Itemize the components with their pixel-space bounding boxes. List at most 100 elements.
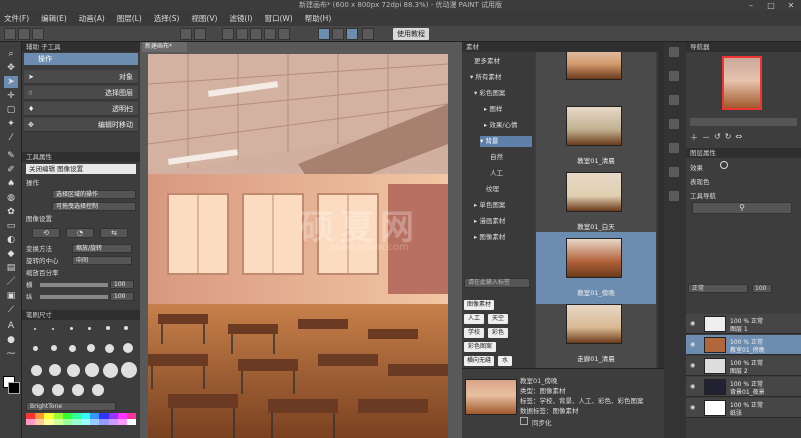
layer-row[interactable]: ◉ 100 % 正常 教室01_傍晚 [686,335,801,355]
material-thumbnail[interactable]: 教室01_白天 [536,166,656,238]
material-tree-node[interactable]: ▸ 效果/心情 [484,120,532,131]
material-tree-node[interactable]: ▾ 背景 [480,136,532,147]
brush-size-dot[interactable] [124,326,128,330]
crop-icon[interactable] [278,28,290,40]
brush-size-dot[interactable] [52,384,64,396]
material-tree-node[interactable]: 人工 [490,168,532,179]
rotate-left-icon[interactable]: ↺ [714,132,721,142]
color-set-dropdown[interactable]: BrightTone [26,402,116,411]
color-swatch[interactable] [71,419,81,425]
tool-navigation-button[interactable]: ⚲ [692,202,792,214]
auto-select-tool-icon[interactable]: ✦ [4,118,18,130]
palette-history-icon[interactable] [668,118,680,130]
brush-size-dot[interactable] [49,364,61,376]
effect-circle-icon[interactable] [720,161,728,169]
move-tool-icon[interactable]: ✥ [4,62,18,74]
pen-tool-icon[interactable]: ✎ [4,150,18,162]
material-tree-node[interactable]: 自然 [490,152,532,163]
subtool-item-object[interactable]: ➤ 对象 [24,70,138,84]
scale-width-slider[interactable] [40,283,108,287]
figure-tool-icon[interactable]: ／ [4,276,18,288]
material-tree-node[interactable]: ▾ 彩色图案 [474,88,532,99]
brush-size-dot[interactable] [103,363,118,378]
material-tree-node[interactable]: 更多素材 [474,56,532,67]
material-tag[interactable]: 横向无缝 [464,356,494,366]
airbrush-tool-icon[interactable]: ◍ [4,192,18,204]
correct-line-tool-icon[interactable]: ⁓ [4,348,18,360]
navigator-preview[interactable] [722,56,762,110]
blend-mode-dropdown[interactable]: 正常 [688,284,748,293]
menu-select[interactable]: 选择(S) [154,13,180,24]
select-tool-icon[interactable]: ▢ [4,104,18,116]
material-tag[interactable]: 图像素材 [464,300,494,310]
color-swatch[interactable] [126,419,136,425]
color-swatch[interactable] [44,419,54,425]
eye-icon[interactable]: ◉ [690,320,695,327]
subtool-item-select-layer[interactable]: ☝ 选择图层 [24,86,138,100]
brush-size-dot[interactable] [121,362,137,378]
snap-ruler-icon[interactable] [318,28,330,40]
decoration-tool-icon[interactable]: ✿ [4,206,18,218]
color-swatch[interactable] [108,419,118,425]
ruler-tool-icon[interactable]: ⟋ [4,304,18,316]
menu-help[interactable]: 帮助(H) [305,13,332,24]
brush-size-dot[interactable] [51,345,57,351]
palette-color-icon[interactable] [668,166,680,178]
snap-grid-icon[interactable] [346,28,358,40]
palette-layer-icon[interactable] [668,70,680,82]
tag-search-input[interactable]: 请在此输入标签 [464,278,530,288]
material-tag[interactable]: 天空 [488,314,508,324]
brush-size-dot[interactable] [67,364,80,377]
menu-view[interactable]: 视图(V) [191,13,217,24]
layer-row[interactable]: ◉ 100 % 正常 图层 2 [686,356,801,376]
redo-icon[interactable] [194,28,206,40]
material-tag[interactable]: 学校 [464,328,484,338]
tutorial-button[interactable]: 使用教程 [393,28,429,40]
minimize-icon[interactable]: – [741,0,761,11]
transform-button[interactable]: ⟲ [32,228,60,238]
sub-color-swatch[interactable] [8,382,20,394]
layer-row[interactable]: ◉ 100 % 正常 纸张 [686,398,801,418]
new-file-icon[interactable] [4,28,16,40]
subtool-item-transparent[interactable]: ♦ 透明扫 [24,102,138,116]
brush-size-dot[interactable] [70,327,73,330]
brush-size-dot[interactable] [92,384,104,396]
material-tag[interactable]: 彩色 [488,328,508,338]
color-swatch[interactable] [81,419,91,425]
menu-layer[interactable]: 图层(L) [117,13,142,24]
maximize-icon[interactable]: □ [761,0,781,11]
brush-size-dot[interactable] [123,343,133,353]
brush-size-dot[interactable] [31,365,42,376]
color-swatch[interactable] [26,419,36,425]
snap-special-ruler-icon[interactable] [332,28,344,40]
sync-checkbox[interactable] [520,417,528,425]
zoom-out-icon[interactable]: － [702,132,710,142]
menu-file[interactable]: 文件(F) [4,13,29,24]
brush-size-dot[interactable] [106,326,110,330]
undo-icon[interactable] [180,28,192,40]
brush-size-dot[interactable] [33,346,38,351]
brush-size-dot[interactable] [72,384,84,396]
material-thumbnail[interactable] [536,52,656,106]
balloon-tool-icon[interactable]: ● [4,334,18,346]
move-layer-tool-icon[interactable]: ✛ [4,90,18,102]
color-swatch[interactable] [53,419,63,425]
eye-icon[interactable]: ◉ [690,341,695,348]
transform-method-dropdown[interactable]: 缩放/旋转 [72,244,132,253]
drawing-color-icon[interactable] [362,28,374,40]
subtool-item-edit-move[interactable]: ✥ 编辑时移动 [24,118,138,132]
save-icon[interactable] [32,28,44,40]
color-swatch[interactable] [117,419,127,425]
material-tree-node[interactable]: 纹理 [486,184,532,195]
material-thumbnail[interactable]: 教室01_清晨 [536,100,656,172]
color-swatch[interactable] [90,419,100,425]
scale-height-value[interactable]: 100 [110,292,134,301]
brush-size-dot[interactable] [87,344,95,352]
scale-width-value[interactable]: 100 [110,280,134,289]
drag-control-dropdown[interactable]: 可拖曳选择控制 [52,202,136,211]
tool-property-tab[interactable]: 关闭编辑 图像设置 [26,164,136,174]
rotate-right-icon[interactable]: ↻ [725,132,732,142]
material-thumbnail[interactable]: 走廊01_清晨 [536,298,656,370]
canvas-tab[interactable]: 新建画布* [142,42,187,52]
flip-horizontal-icon[interactable]: ⇔ [735,132,742,142]
